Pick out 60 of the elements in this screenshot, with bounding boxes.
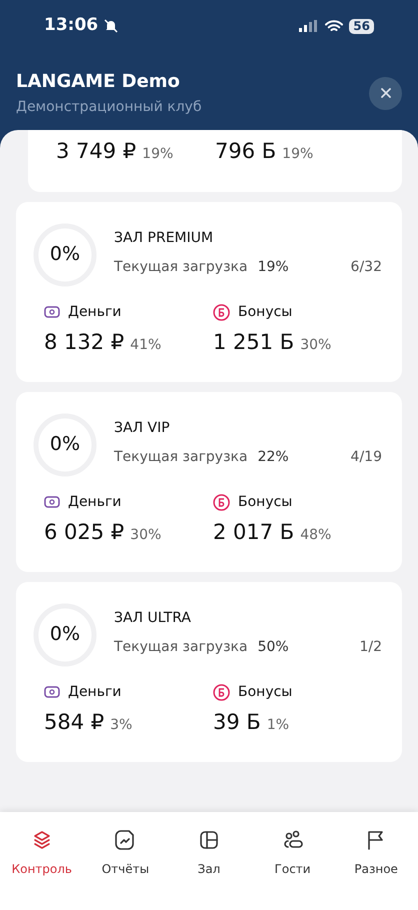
money-label: Деньги: [68, 492, 122, 512]
money-label: Деньги: [68, 302, 122, 322]
load-label: Текущая загрузка: [114, 638, 248, 656]
bonus-value: 39 Б: [213, 708, 261, 736]
load-value: 22%: [258, 448, 289, 466]
nav-tab[interactable]: Гости: [250, 828, 334, 878]
close-button[interactable]: [369, 76, 402, 110]
money-label: Деньги: [68, 682, 122, 702]
club-subtitle: Демонстрационный клуб: [16, 98, 202, 117]
seats-count: 1/2: [359, 638, 382, 656]
hall-name: ЗАЛ VIP: [114, 418, 171, 438]
money-value: 8 132 ₽: [44, 328, 124, 356]
battery-indicator: 56: [349, 18, 374, 34]
nav-tab[interactable]: Контроль: [0, 828, 84, 878]
club-title: LANGAME Demo: [16, 70, 181, 94]
bonus-value: 1 251 Б: [213, 328, 294, 356]
wifi-icon: [325, 20, 344, 32]
hall-card[interactable]: 0% ЗАЛ ULTRA Текущая загрузка 50% 1/2 Деньги Бонусы 584 ₽ 3% 39 Б 1%: [16, 582, 402, 762]
ring-percent: 0%: [48, 432, 82, 458]
close-icon: [380, 87, 392, 99]
bonus-value: 2 017 Б: [213, 518, 294, 546]
status-time: 13:06: [44, 14, 98, 38]
cash-icon: [44, 305, 60, 319]
load-value: 19%: [258, 258, 289, 276]
seats-count: 4/19: [350, 448, 382, 466]
bonus-share: 1%: [266, 716, 290, 734]
nav-tab[interactable]: Зал: [167, 828, 251, 878]
bonus-value: 796 Б: [215, 138, 276, 165]
hall-name: ЗАЛ PREMIUM: [114, 228, 214, 248]
load-label: Текущая загрузка: [114, 258, 248, 276]
bonus-label: Бонусы: [238, 492, 292, 512]
hall-name: ЗАЛ ULTRA: [114, 608, 192, 628]
seats-count: 6/32: [350, 258, 382, 276]
cash-icon: [44, 685, 60, 699]
bonus-label: Бонусы: [238, 682, 292, 702]
money-value: 584 ₽: [44, 708, 104, 736]
bonus-label: Бонусы: [238, 302, 292, 322]
load-value: 50%: [258, 638, 289, 656]
hall-card[interactable]: 0% ЗАЛ VIP Текущая загрузка 22% 4/19 Деньги Бонусы 6 025 ₽ 30% 2 017 Б 48%: [16, 392, 402, 572]
nav-tab[interactable]: Отчёты: [84, 828, 168, 878]
signal-icon: [299, 20, 320, 32]
nav-tab[interactable]: Разное: [334, 828, 418, 878]
money-share: 41%: [130, 336, 162, 354]
bonus-share: 19%: [282, 145, 314, 164]
bonus-share: 30%: [300, 336, 332, 354]
bonus-share: 48%: [300, 526, 332, 544]
bonus-coin-icon: [213, 304, 230, 320]
money-value: 3 749 ₽: [56, 138, 136, 165]
bonus-coin-icon: [213, 684, 230, 700]
load-label: Текущая загрузка: [114, 448, 248, 466]
ring-percent: 0%: [48, 622, 82, 648]
money-share: 3%: [110, 716, 132, 734]
ring-percent: 0%: [48, 242, 82, 268]
money-value: 6 025 ₽: [44, 518, 124, 546]
money-share: 19%: [142, 145, 174, 164]
bell-off-icon: [103, 18, 120, 34]
hall-card[interactable]: 0% ЗАЛ PREMIUM Текущая загрузка 19% 6/32 Деньги Бонусы 8 132 ₽ 41% 1 251 Б 30%: [16, 202, 402, 382]
cash-icon: [44, 495, 60, 509]
bonus-coin-icon: [213, 494, 230, 510]
money-share: 30%: [130, 526, 162, 544]
